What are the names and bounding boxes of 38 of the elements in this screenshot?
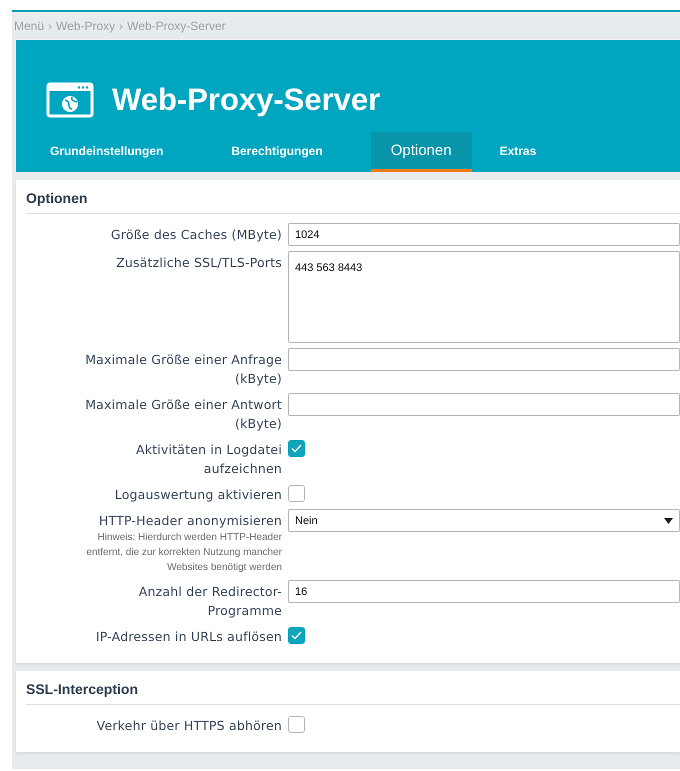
field-label: Zusätzliche SSL/TLS-Ports [116,254,282,272]
checkbox[interactable] [288,440,305,457]
input-field[interactable]: 1024 [288,223,680,246]
field-label: Größe des Caches (MByte) [110,226,282,244]
hint-text: Hinweis: Hierdurch werden HTTP-Header entfernt, die zur korrekten Nutzung mancher Websites benötigt werden [85,531,282,575]
field-label: HTTP-Header anonymisieren [98,512,282,530]
breadcrumb-link[interactable]: Web-Proxy [56,19,116,33]
tab[interactable]: Optionen [370,132,472,172]
section-title: SSL-Interception [26,677,680,705]
checkbox[interactable] [288,627,305,644]
field-label: Anzahl der Redirector-Programme [138,583,282,620]
checkbox[interactable] [288,716,305,733]
dropdown-value: Nein [295,514,318,526]
checkmark-icon [291,444,302,453]
tab[interactable]: Berechtigungen [211,132,343,172]
breadcrumb-link[interactable]: Menü [14,19,44,33]
breadcrumb-link[interactable]: Web-Proxy-Server [127,19,226,33]
tab[interactable]: Grundeinstellungen [30,132,184,172]
section-title: Optionen [26,186,680,214]
input-field[interactable] [288,348,680,371]
caret-icon [664,518,673,524]
page-title: Web-Proxy-Server [112,82,380,118]
field-label: Maximale Größe einer Antwort (kByte) [84,396,282,433]
dropdown[interactable]: Nein [288,509,680,532]
field-label: IP-Adressen in URLs auflösen [96,628,282,646]
breadcrumb-separator: › [48,19,52,33]
checkmark-icon [291,631,302,640]
input-field[interactable] [288,393,680,416]
field-label: Logauswertung aktivieren [114,486,282,504]
input-field[interactable]: 16 [288,580,680,603]
tab[interactable]: Extras [480,132,556,172]
field-label: Aktivitäten in Logdatei aufzeichnen [134,441,282,478]
text-area[interactable]: 443 563 8443 [288,251,680,343]
field-label: Maximale Größe einer Anfrage (kByte) [84,351,282,388]
browser-globe-icon [46,82,94,118]
checkbox[interactable] [288,485,305,502]
breadcrumb-separator: › [119,19,124,33]
field-label: Verkehr über HTTPS abhören [96,717,282,735]
